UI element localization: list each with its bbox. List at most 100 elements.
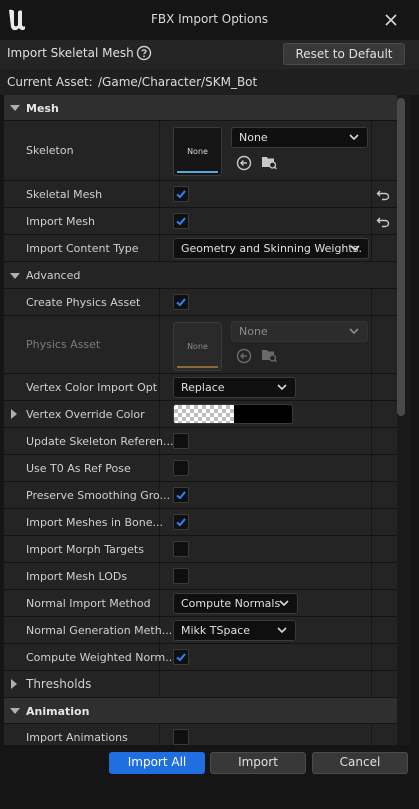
vertex-override-color-label: Vertex Override Color [26, 408, 145, 421]
chevron-down-icon [277, 627, 287, 634]
subcategory-advanced[interactable]: Advanced [4, 262, 397, 289]
checkmark-icon [176, 653, 186, 662]
header-label: Import Skeletal Mesh [7, 46, 134, 60]
normal-import-method-value: Compute Normals [181, 597, 281, 610]
row-import-meshes-in-bone-hierarchy: Import Meshes in Bone... [4, 509, 397, 536]
compute-weighted-normals-label: Compute Weighted Norm... [26, 651, 176, 664]
preserve-smoothing-groups-label: Preserve Smoothing Gro... [26, 489, 171, 502]
physics-asset-dropdown: None [231, 321, 368, 342]
normal-generation-method-label: Normal Generation Meth... [26, 624, 173, 637]
row-skeleton: Skeleton None None [4, 121, 397, 181]
create-physics-asset-checkbox[interactable] [173, 294, 189, 310]
import-button[interactable]: Import [210, 752, 306, 774]
skeleton-dropdown[interactable]: None [231, 127, 368, 148]
close-icon [385, 14, 397, 26]
row-import-mesh: Import Mesh [4, 208, 397, 235]
current-asset-path: /Game/Character/SKM_Bot [98, 75, 258, 89]
reset-to-default-button[interactable]: Reset to Default [283, 43, 405, 65]
preserve-smoothing-groups-checkbox[interactable] [173, 487, 189, 503]
row-physics-asset: Physics Asset None None [4, 316, 397, 374]
skeleton-value: None [239, 131, 268, 144]
expand-arrow-icon [11, 679, 17, 689]
normal-import-method-dropdown[interactable]: Compute Normals [173, 593, 298, 614]
vertex-color-import-option-dropdown[interactable]: Replace [173, 377, 296, 398]
import-meshes-in-bone-hierarchy-checkbox[interactable] [173, 514, 189, 530]
chevron-down-icon [349, 134, 359, 141]
vertex-color-import-option-label: Vertex Color Import Option [26, 381, 158, 394]
reset-to-default-icon[interactable] [376, 215, 390, 229]
expand-arrow-icon[interactable] [11, 409, 17, 419]
row-update-skeleton-reference: Update Skeleton Referen... [4, 428, 397, 455]
row-import-mesh-lods: Import Mesh LODs [4, 563, 397, 590]
browse-asset-icon [262, 350, 277, 363]
import-mesh-lods-checkbox[interactable] [173, 568, 189, 584]
current-asset-bar: Current Asset: /Game/Character/SKM_Bot [0, 69, 419, 95]
header-bar: Import Skeletal Mesh Reset to Default [0, 40, 419, 69]
import-animations-label: Import Animations [26, 731, 128, 744]
import-mesh-label: Import Mesh [26, 215, 95, 228]
row-vertex-color-import-option: Vertex Color Import Option Replace [4, 374, 397, 401]
chevron-down-icon [279, 600, 289, 607]
thumbnail-text: None [187, 147, 208, 156]
physics-asset-value: None [239, 325, 268, 338]
row-normal-generation-method: Normal Generation Meth... Mikk TSpace [4, 617, 397, 644]
import-animations-checkbox[interactable] [173, 729, 189, 745]
category-label: Animation [26, 705, 90, 718]
title-bar: FBX Import Options [0, 0, 419, 40]
chevron-down-icon [277, 384, 287, 391]
thumbnail-text: None [187, 342, 208, 351]
row-create-physics-asset: Create Physics Asset [4, 289, 397, 316]
chevron-down-icon [349, 328, 359, 335]
row-normal-import-method: Normal Import Method Compute Normals [4, 590, 397, 617]
normal-import-method-label: Normal Import Method [26, 597, 151, 610]
category-animation[interactable]: Animation [4, 698, 397, 724]
help-icon[interactable] [136, 45, 152, 61]
row-compute-weighted-normals: Compute Weighted Norm... [4, 644, 397, 671]
checkmark-icon [176, 298, 186, 307]
row-import-animations: Import Animations [4, 724, 397, 745]
normal-generation-method-dropdown[interactable]: Mikk TSpace [173, 620, 296, 641]
row-import-content-type: Import Content Type Geometry and Skinnin… [4, 235, 397, 262]
scrollbar[interactable] [397, 98, 406, 743]
collapse-arrow-icon [10, 105, 20, 111]
close-button[interactable] [381, 10, 401, 30]
row-vertex-override-color: Vertex Override Color [4, 401, 397, 428]
create-physics-asset-label: Create Physics Asset [26, 296, 141, 309]
skeleton-thumbnail[interactable]: None [173, 127, 222, 176]
import-content-type-dropdown[interactable]: Geometry and Skinning Weights. [173, 238, 369, 259]
update-skeleton-reference-checkbox[interactable] [173, 433, 189, 449]
row-use-t0-as-ref-pose: Use T0 As Ref Pose [4, 455, 397, 482]
skeleton-label: Skeleton [26, 144, 74, 157]
collapse-arrow-icon [10, 273, 20, 279]
subcategory-thresholds[interactable]: Thresholds [4, 671, 397, 698]
collapse-arrow-icon [10, 708, 20, 714]
use-t0-as-ref-pose-label: Use T0 As Ref Pose [26, 462, 131, 475]
use-t0-as-ref-pose-checkbox[interactable] [173, 460, 189, 476]
physics-asset-thumbnail: None [173, 322, 222, 371]
checkmark-icon [176, 518, 186, 527]
import-morph-targets-checkbox[interactable] [173, 541, 189, 557]
import-meshes-in-bone-hierarchy-label: Import Meshes in Bone... [26, 516, 163, 529]
import-content-type-label: Import Content Type [26, 242, 139, 255]
vertex-color-import-option-value: Replace [181, 381, 225, 394]
vertex-override-color-swatch[interactable] [173, 404, 293, 424]
row-import-morph-targets: Import Morph Targets [4, 536, 397, 563]
checkmark-icon [176, 190, 186, 199]
category-mesh[interactable]: Mesh [4, 95, 397, 121]
scrollbar-thumb[interactable] [397, 98, 405, 416]
normal-generation-method-value: Mikk TSpace [181, 624, 251, 637]
window-title: FBX Import Options [150, 12, 269, 26]
checkmark-icon [176, 217, 186, 226]
chevron-down-icon [350, 245, 360, 252]
skeletal-mesh-checkbox[interactable] [173, 186, 189, 202]
import-content-type-value: Geometry and Skinning Weights. [181, 242, 362, 255]
current-asset-label: Current Asset: [7, 75, 93, 89]
reset-to-default-icon[interactable] [376, 188, 390, 202]
browse-asset-icon[interactable] [261, 154, 277, 170]
import-all-button[interactable]: Import All [109, 752, 205, 774]
import-mesh-checkbox[interactable] [173, 213, 189, 229]
use-selected-asset-icon[interactable] [236, 155, 252, 171]
footer: Import All Import Cancel [0, 745, 419, 809]
compute-weighted-normals-checkbox[interactable] [173, 649, 189, 665]
cancel-button[interactable]: Cancel [312, 752, 408, 774]
